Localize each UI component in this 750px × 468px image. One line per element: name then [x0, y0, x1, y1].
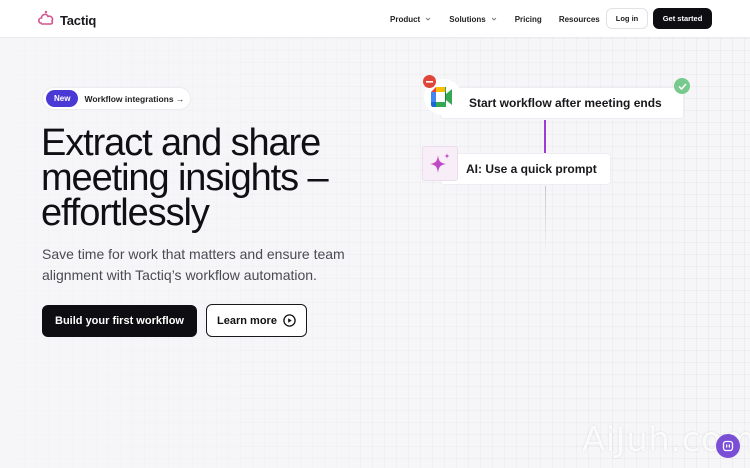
announcement-pill[interactable]: New Workflow integrations →	[42, 87, 191, 110]
new-badge: New	[46, 90, 79, 107]
nav-solutions[interactable]: Solutions	[449, 15, 497, 24]
hero-subtext: Save time for work that matters and ensu…	[42, 246, 345, 283]
build-workflow-button[interactable]: Build your first workflow	[42, 305, 197, 337]
remove-icon[interactable]	[423, 75, 436, 88]
chat-icon	[722, 440, 734, 452]
login-button[interactable]: Log in	[606, 8, 648, 29]
learn-more-label: Learn more	[217, 314, 277, 327]
announcement-text: Workflow integrations →	[84, 93, 185, 104]
top-navbar: Tactiq Product Solutions Pricing Resourc…	[0, 0, 750, 38]
sparkle-icon	[422, 146, 458, 181]
chat-widget-button[interactable]	[716, 434, 740, 458]
nav-resources[interactable]: Resources	[559, 15, 612, 24]
workflow-step-trigger-label: Start workflow after meeting ends	[469, 96, 662, 110]
workflow-step-ai-label: AI: Use a quick prompt	[466, 162, 597, 176]
logo[interactable]: Tactiq	[37, 10, 96, 31]
nav-links: Product Solutions Pricing Resources	[390, 0, 629, 38]
learn-more-button[interactable]: Learn more	[206, 304, 307, 337]
nav-resources-label: Resources	[558, 14, 600, 24]
chevron-down-icon	[425, 17, 431, 21]
workflow-connector	[544, 120, 546, 154]
hero-headline: Extract and share meeting insights – eff…	[41, 122, 329, 234]
nav-pricing-label: Pricing	[514, 14, 542, 24]
play-circle-icon	[283, 314, 296, 327]
get-started-button[interactable]: Get started	[653, 8, 712, 29]
check-icon	[674, 78, 690, 94]
nav-pricing[interactable]: Pricing	[515, 15, 542, 24]
workflow-step-trigger: Start workflow after meeting ends	[440, 87, 684, 119]
logo-text: Tactiq	[60, 13, 97, 28]
nav-product[interactable]: Product	[390, 15, 432, 24]
workflow-connector-fade	[545, 186, 546, 256]
nav-solutions-label: Solutions	[449, 14, 486, 24]
workflow-step-ai: AI: Use a quick prompt	[440, 153, 611, 185]
chevron-down-icon	[491, 17, 497, 21]
nav-product-label: Product	[390, 14, 421, 24]
tactiq-logo-icon	[37, 10, 55, 31]
